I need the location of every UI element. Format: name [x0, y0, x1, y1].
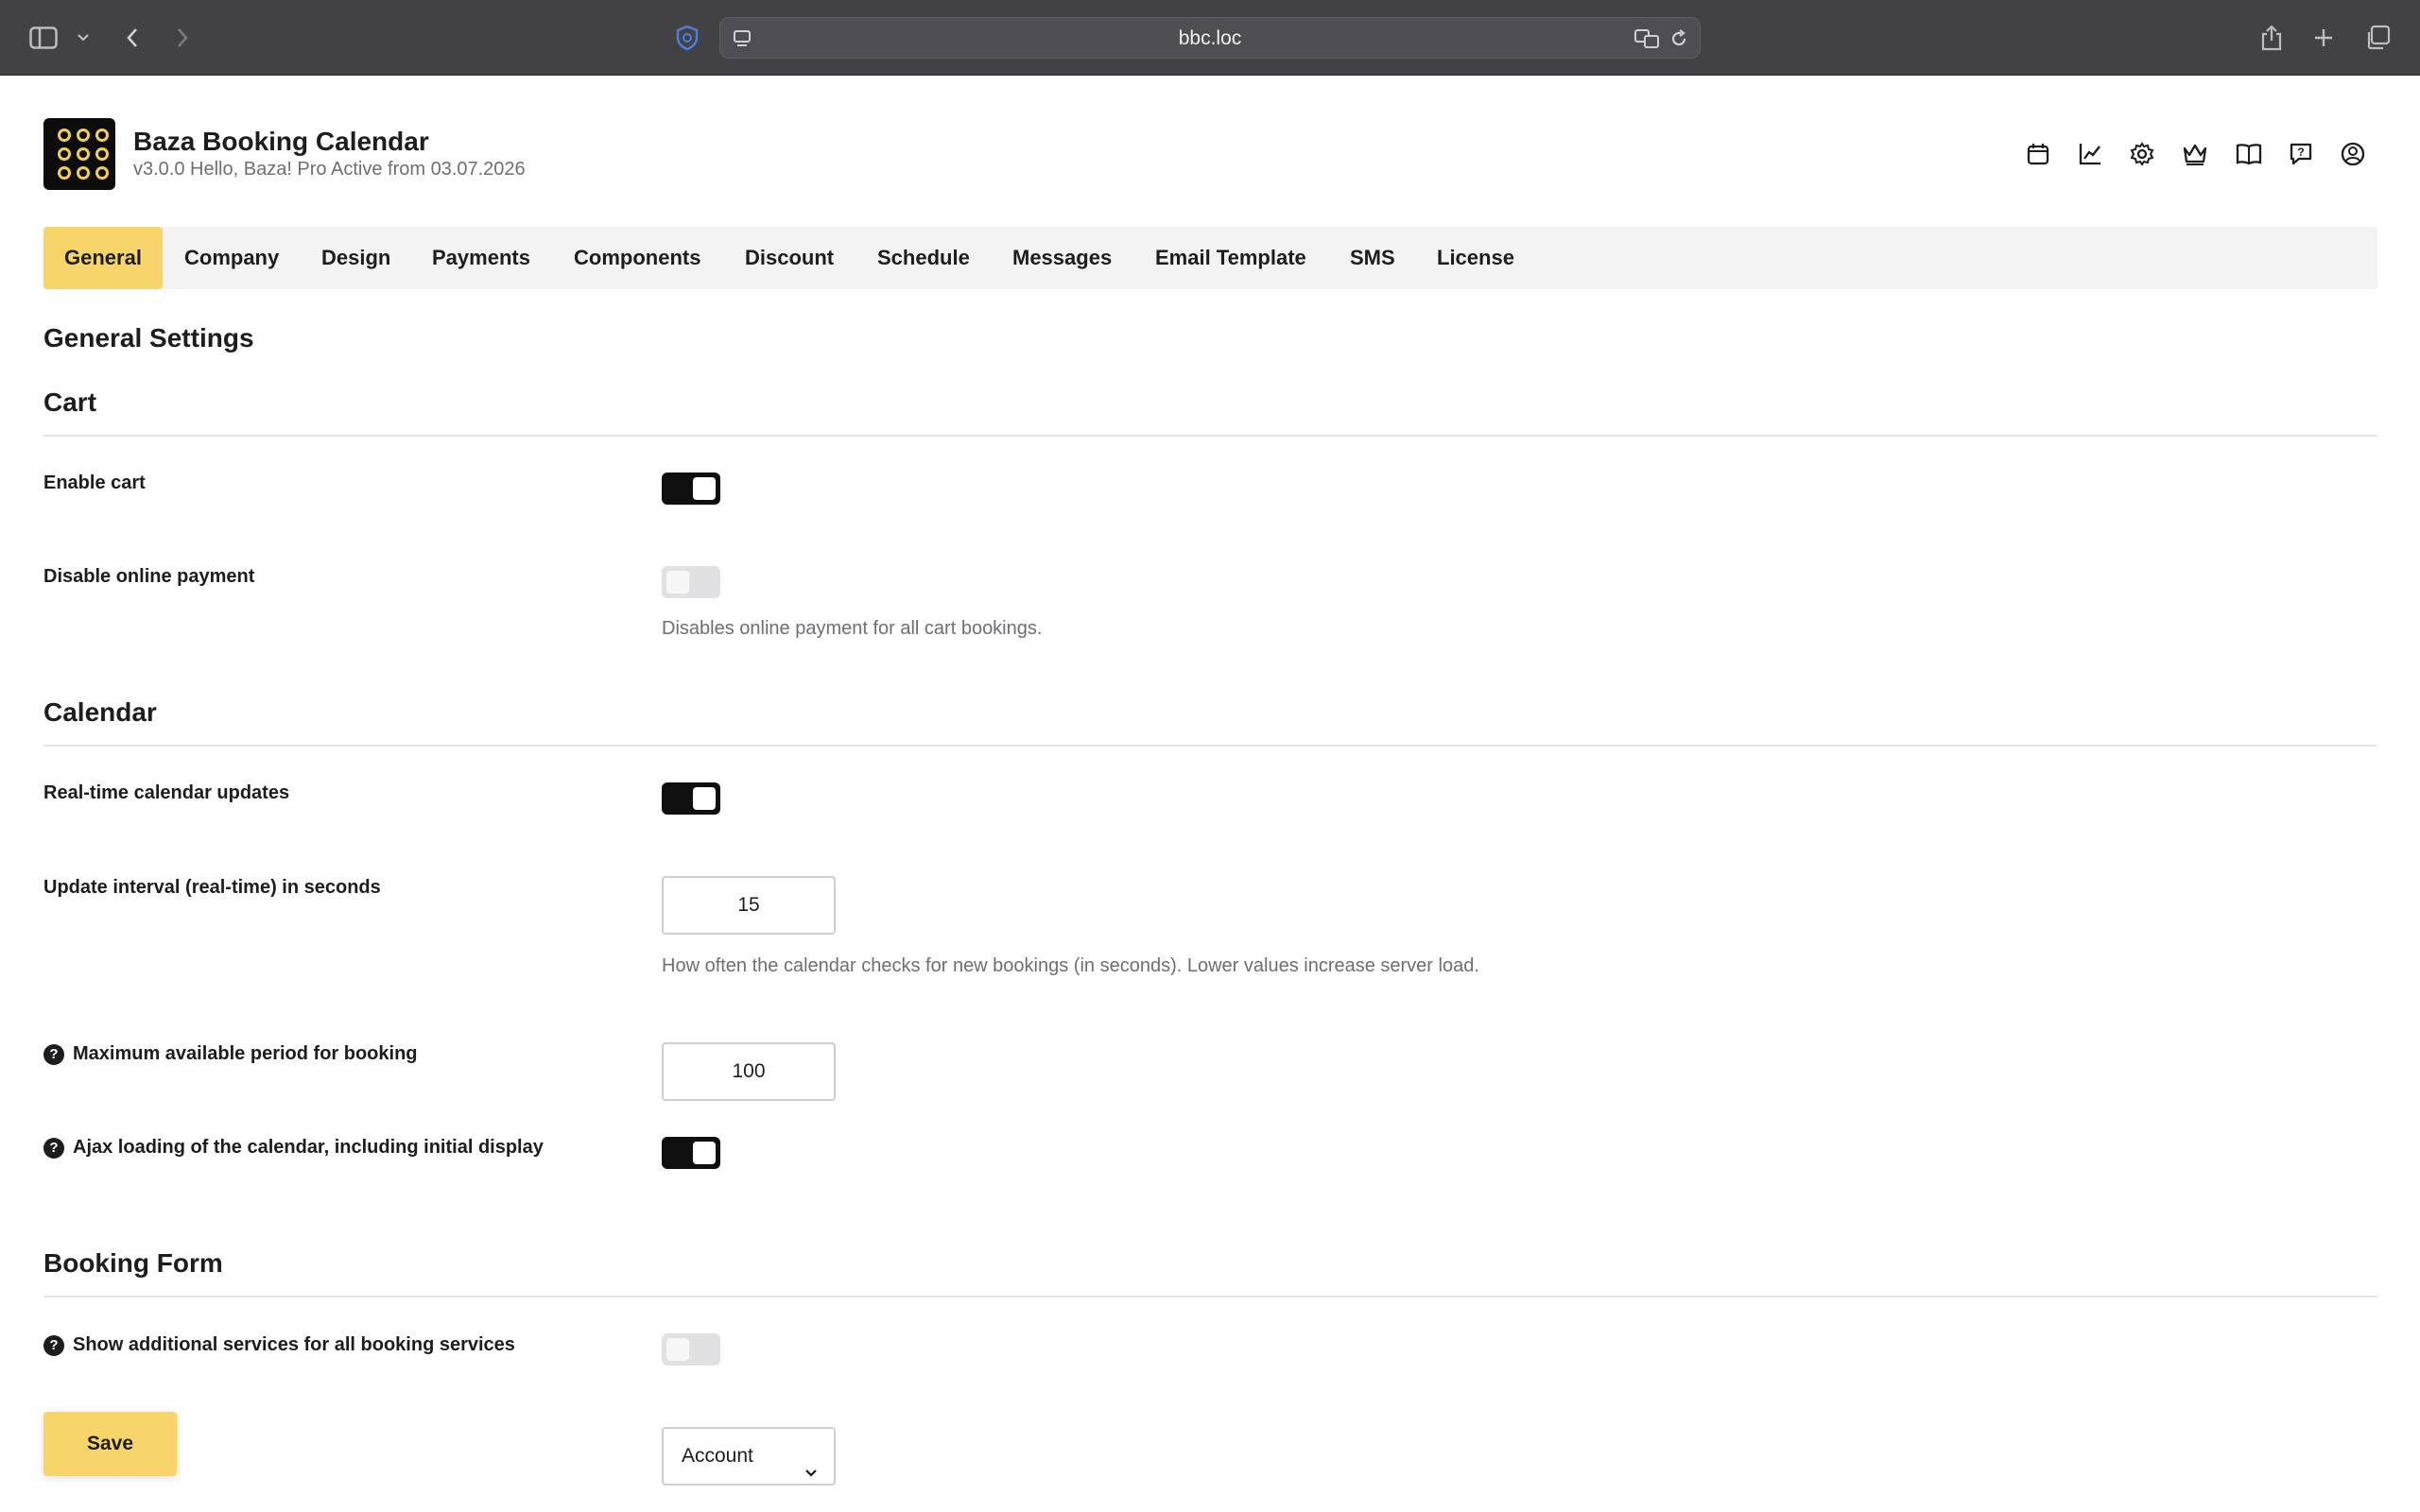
section-heading-booking-form: Booking Form	[43, 1248, 223, 1278]
realtime-updates-toggle[interactable]	[662, 782, 720, 815]
help-icon[interactable]: ?	[43, 1334, 64, 1356]
additional-services-label: ? Show additional services for all bookin…	[43, 1334, 515, 1356]
account-select-value: Account	[682, 1445, 753, 1467]
help-icon[interactable]: ?	[43, 1137, 64, 1159]
update-interval-input[interactable]: 15	[662, 876, 836, 935]
chevron-down-icon[interactable]	[66, 21, 100, 55]
divider	[43, 745, 2377, 747]
update-interval-help: How often the calendar checks for new bo…	[662, 955, 1479, 976]
tab-company[interactable]: Company	[164, 227, 300, 289]
tab-payments[interactable]: Payments	[411, 227, 551, 289]
sidebar-toggle-icon[interactable]	[26, 21, 60, 55]
header-icon-bar: ?	[0, 138, 2420, 170]
disable-online-payment-toggle[interactable]	[662, 566, 720, 598]
tab-general[interactable]: General	[43, 227, 163, 289]
additional-services-toggle[interactable]	[662, 1333, 720, 1366]
forward-icon[interactable]	[165, 21, 199, 55]
section-heading-calendar: Calendar	[43, 697, 157, 727]
help-icon[interactable]: ?	[43, 1043, 64, 1065]
settings-tabs: General Company Design Payments Componen…	[43, 227, 2377, 289]
translate-icon[interactable]	[1630, 22, 1664, 56]
tab-discount[interactable]: Discount	[724, 227, 855, 289]
max-period-input[interactable]: 100	[662, 1042, 836, 1101]
disable-online-payment-label: Disable online payment	[43, 566, 255, 587]
user-icon[interactable]	[2337, 138, 2369, 170]
share-icon[interactable]	[2255, 21, 2289, 55]
section-heading-cart: Cart	[43, 387, 97, 417]
help-chat-icon[interactable]: ?	[2285, 138, 2317, 170]
new-tab-icon[interactable]	[2307, 21, 2341, 55]
back-icon[interactable]	[115, 21, 149, 55]
realtime-updates-label: Real-time calendar updates	[43, 782, 290, 803]
privacy-shield-icon[interactable]	[670, 21, 704, 55]
max-period-label: ? Maximum available period for booking	[43, 1043, 418, 1065]
svg-text:?: ?	[2297, 146, 2304, 159]
url-text: bbc.loc	[1178, 27, 1242, 49]
chevron-down-icon	[804, 1448, 819, 1503]
divider	[43, 1296, 2377, 1297]
tab-components[interactable]: Components	[553, 227, 721, 289]
enable-cart-toggle[interactable]	[662, 472, 720, 505]
address-bar[interactable]: bbc.loc	[719, 17, 1701, 59]
save-button[interactable]: Save	[43, 1412, 177, 1476]
ajax-loading-toggle[interactable]	[662, 1137, 720, 1169]
tab-license[interactable]: License	[1416, 227, 1535, 289]
tab-overview-icon[interactable]	[2360, 21, 2394, 55]
ajax-loading-label: ? Ajax loading of the calendar, including…	[43, 1137, 544, 1159]
book-icon[interactable]	[2233, 138, 2265, 170]
update-interval-label: Update interval (real-time) in seconds	[43, 877, 381, 898]
reload-icon[interactable]	[1662, 22, 1696, 56]
browser-toolbar: bbc.loc	[0, 0, 2420, 76]
gear-icon[interactable]	[2126, 138, 2158, 170]
tab-design[interactable]: Design	[301, 227, 411, 289]
tab-email-template[interactable]: Email Template	[1134, 227, 1327, 289]
enable-cart-label: Enable cart	[43, 472, 146, 493]
divider	[43, 435, 2377, 437]
tab-sms[interactable]: SMS	[1329, 227, 1416, 289]
account-select[interactable]: Account	[662, 1427, 836, 1486]
tab-schedule[interactable]: Schedule	[856, 227, 991, 289]
calendar-icon[interactable]	[2022, 138, 2054, 170]
page-title: General Settings	[43, 323, 254, 352]
disable-online-payment-help: Disables online payment for all cart boo…	[662, 618, 1043, 639]
chart-icon[interactable]	[2074, 138, 2106, 170]
tab-messages[interactable]: Messages	[992, 227, 1132, 289]
crown-icon[interactable]	[2179, 138, 2211, 170]
